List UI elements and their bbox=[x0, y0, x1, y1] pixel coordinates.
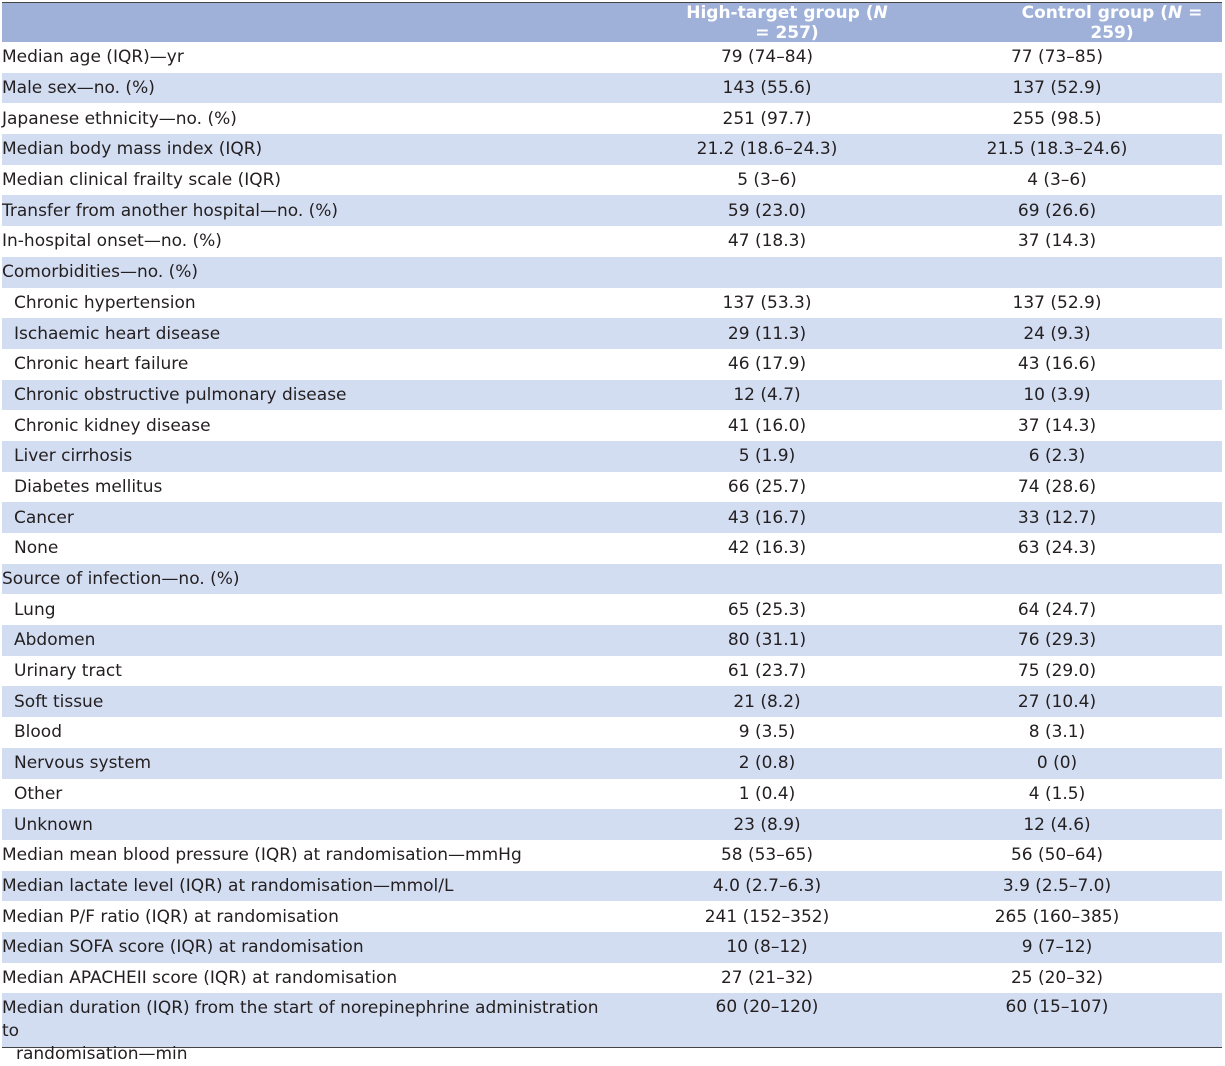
table-row: Liver cirrhosis 5 (1.9) 6 (2.3) bbox=[2, 440, 1222, 472]
table-header: High-target group (N = 257) Control grou… bbox=[2, 2, 1222, 43]
table-row: Chronic hypertension 137 (53.3) 137 (52.9) bbox=[14, 292, 1102, 313]
baseline-characteristics-table: High-target group (N = 257) Control grou… bbox=[2, 2, 1222, 1064]
table-row: Median mean blood pressure (IQR) at rand… bbox=[2, 845, 1104, 866]
table-row: Lung 65 (25.3) 64 (24.7) bbox=[14, 599, 1097, 620]
table-row: Chronic obstructive pulmonary disease 12 … bbox=[2, 379, 1222, 411]
table-row: Chronic heart failure 46 (17.9) 43 (16.6) bbox=[14, 354, 1097, 375]
table-row: Median SOFA score (IQR) at randomisation… bbox=[2, 931, 1222, 963]
table-section-header: Source of infection—no. (%) bbox=[2, 563, 1222, 595]
table-row: Chronic kidney disease 41 (16.0) 37 (14.3) bbox=[14, 415, 1097, 436]
table-row: Cancer 43 (16.7) 33 (12.7) bbox=[2, 502, 1222, 533]
table-row: Median age (IQR)—yr 79 (74–84) 77 (73–85) bbox=[2, 47, 1104, 68]
table-row: Japanese ethnicity—no. (%) 251 (97.7) 255 … bbox=[2, 108, 1102, 129]
table-row: Blood 9 (3.5) 8 (3.1) bbox=[14, 722, 1086, 743]
table-row: Median clinical frailty scale (IQR) 5 (3–… bbox=[2, 170, 1087, 191]
table-row: Median body mass index (IQR) 21.2 (18.6–2… bbox=[2, 134, 1222, 165]
table-row: Urinary tract 61 (23.7) 75 (29.0) bbox=[14, 661, 1097, 682]
row-label: Median duration (IQR) from the start of … bbox=[2, 998, 599, 1065]
table-row: Nervous system 2 (0.8) 0 (0) bbox=[2, 747, 1222, 779]
table-row: None 42 (16.3) 63 (24.3) bbox=[14, 538, 1097, 559]
table-row: Soft tissue 21 (8.2) 27 (10.4) bbox=[2, 686, 1222, 718]
table-row: Abdomen 80 (31.1) 76 (29.3) bbox=[2, 625, 1222, 656]
table-row: Median lactate level (IQR) at randomisat… bbox=[2, 870, 1222, 902]
table-row: Diabetes mellitus 66 (25.7) 74 (28.6) bbox=[14, 476, 1097, 497]
table-row: Male sex—no. (%) 143 (55.6) 137 (52.9) bbox=[2, 72, 1222, 104]
table-row: Median duration (IQR) from the start of … bbox=[2, 993, 1222, 1064]
table-row: Transfer from another hospital—no. (%) 59… bbox=[2, 195, 1222, 227]
table-section-header: Comorbidities—no. (%) bbox=[2, 256, 1222, 288]
table-row: Ischaemic heart disease 29 (11.3) 24 (9.3) bbox=[2, 318, 1222, 349]
table-row: Other 1 (0.4) 4 (1.5) bbox=[14, 783, 1086, 804]
header-control-group: Control group (N = 259) bbox=[1021, 2, 1203, 43]
table-row: Median APACHEII score (IQR) at randomisa… bbox=[2, 967, 1104, 988]
header-high-target-group: High-target group (N = 257) bbox=[686, 2, 888, 43]
table-row: In-hospital onset—no. (%) 47 (18.3) 37 (14… bbox=[2, 231, 1097, 252]
table-row: Unknown 23 (8.9) 12 (4.6) bbox=[2, 809, 1222, 840]
table-row: Median P/F ratio (IQR) at randomisation 2… bbox=[2, 906, 1120, 927]
